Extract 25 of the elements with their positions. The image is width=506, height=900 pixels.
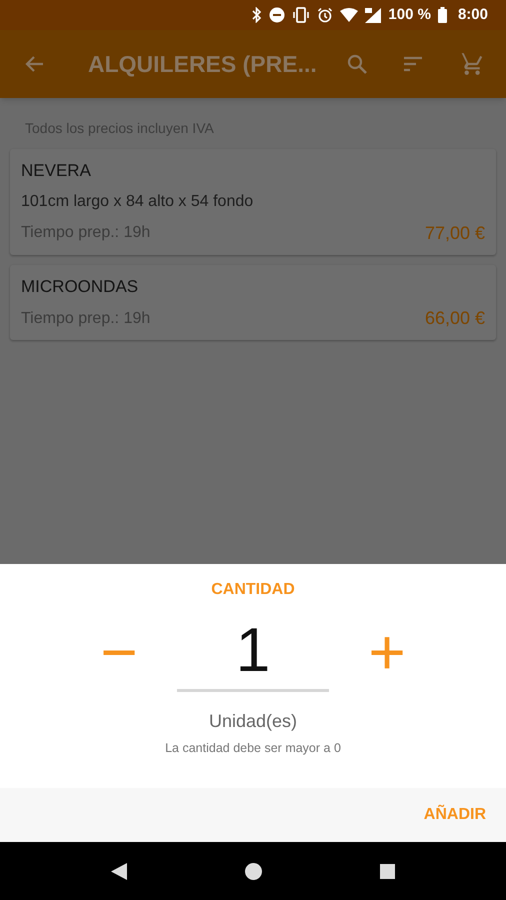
unit-label: Unidad(es) [208, 710, 298, 733]
product-description: 101cm largo x 84 alto x 54 fondo [21, 192, 254, 212]
bluetooth-icon [252, 7, 262, 23]
product-price: 66,00 € [424, 307, 485, 330]
decrement-button[interactable]: − [89, 617, 149, 687]
recents-nav-icon[interactable] [380, 864, 395, 878]
add-button[interactable]: AÑADIR [422, 803, 488, 827]
wifi-icon [340, 8, 358, 22]
product-price: 77,00 € [424, 222, 485, 244]
quantity-hint: La cantidad debe ser mayor a 0 [165, 740, 341, 757]
back-nav-icon[interactable] [111, 862, 127, 880]
battery-text: 100 % [388, 4, 431, 25]
signal-icon [365, 8, 382, 22]
home-nav-icon[interactable] [245, 862, 262, 880]
vibrate-icon [292, 7, 310, 23]
increment-button[interactable]: + [357, 617, 417, 687]
screen-title: ALQUILERES (PRE... [88, 50, 317, 79]
sheet-title: CANTIDAD [211, 580, 295, 600]
battery-icon [438, 7, 447, 23]
alarm-icon [317, 7, 334, 23]
quantity-field[interactable]: 1 [177, 612, 329, 692]
product-name: MICROONDAS [21, 276, 140, 298]
product-name: NEVERA [21, 160, 92, 182]
do-not-disturb-icon [269, 7, 286, 23]
clock-text: 8:00 [458, 4, 488, 25]
